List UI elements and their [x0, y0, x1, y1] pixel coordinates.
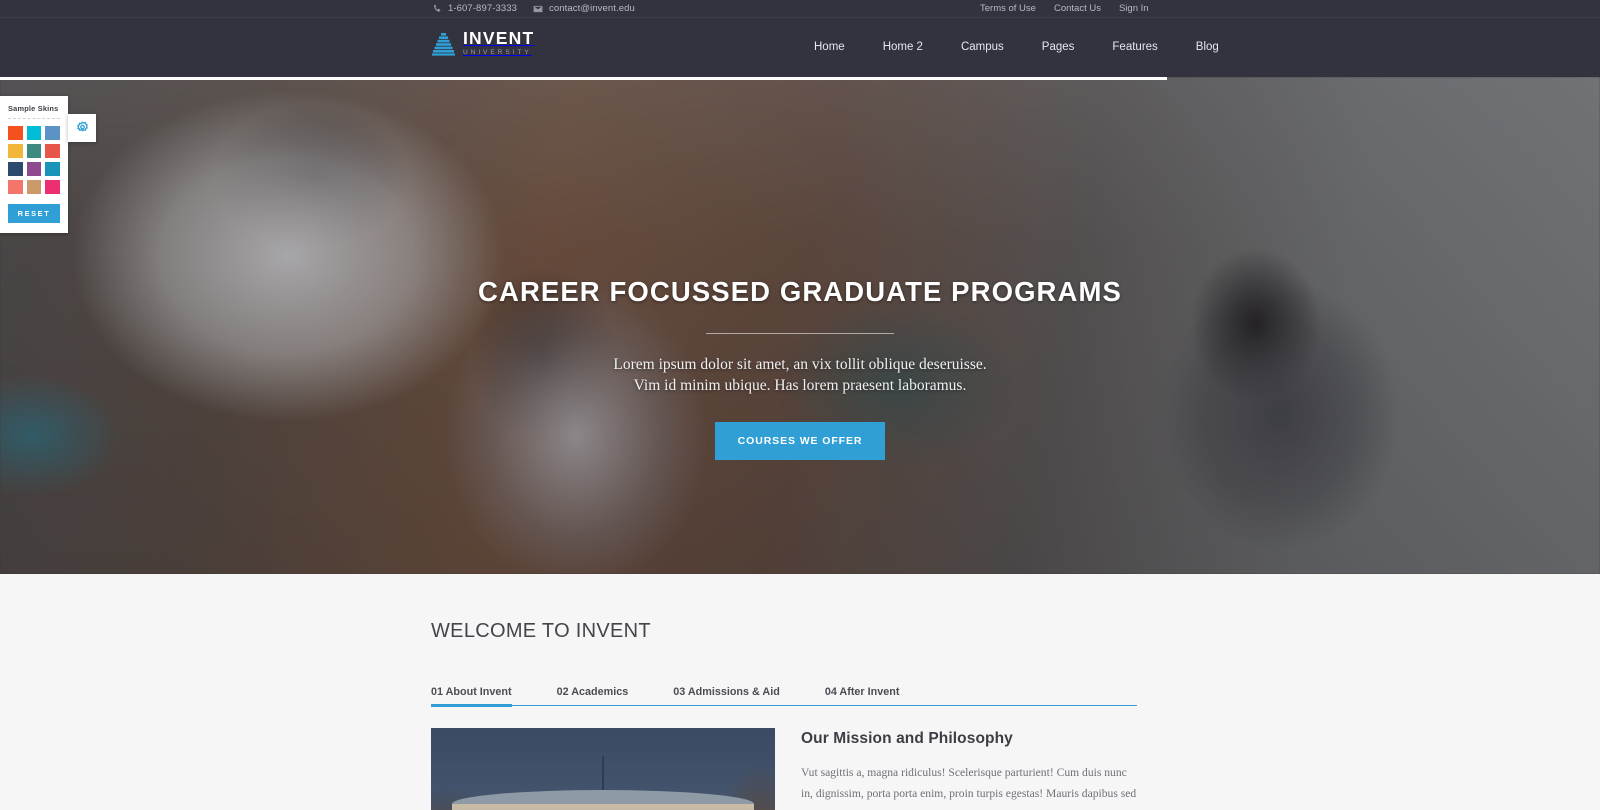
- skin-swatch-7[interactable]: [8, 162, 23, 176]
- nav-item-features[interactable]: Features: [1093, 18, 1176, 77]
- brand-subtitle: UNIVERSITY: [463, 49, 532, 56]
- nav-item-pages[interactable]: Pages: [1023, 18, 1094, 77]
- email-contact[interactable]: contact@invent.edu: [533, 3, 635, 14]
- hero-banner: CAREER FOCUSSED GRADUATE PROGRAMS Lorem …: [0, 77, 1600, 574]
- nav-item-home[interactable]: Home: [795, 18, 864, 77]
- hero-content: CAREER FOCUSSED GRADUATE PROGRAMS Lorem …: [0, 277, 1600, 460]
- tab-academics[interactable]: 02 Academics: [557, 686, 629, 705]
- panel-heading: Our Mission and Philosophy: [801, 730, 1013, 747]
- nav-item-campus[interactable]: Campus: [942, 18, 1023, 77]
- tab-about-invent[interactable]: 01 About Invent: [431, 686, 512, 707]
- skin-swatch-9[interactable]: [45, 162, 60, 176]
- skin-swatch-5[interactable]: [26, 144, 42, 158]
- top-contact-bar: 1-607-897-3333 contact@invent.edu Terms …: [0, 0, 1600, 18]
- pyramid-logo-icon: [431, 31, 456, 57]
- topbar-link-signin[interactable]: Sign In: [1119, 3, 1149, 14]
- tab-panel-about-invent: Our Mission and Philosophy Vut sagittis …: [431, 728, 1137, 810]
- welcome-tabs: 01 About Invent 02 Academics 03 Admissio…: [431, 686, 1137, 707]
- skin-switcher-panel: Sample Skins RESET: [0, 96, 68, 233]
- envelope-icon: [533, 4, 543, 14]
- hero-top-stripe: [0, 77, 1167, 80]
- reset-skin-button[interactable]: RESET: [8, 204, 60, 223]
- skin-swatch-1[interactable]: [8, 126, 23, 140]
- building-roof: [451, 790, 755, 804]
- skin-switcher: Sample Skins RESET: [0, 96, 96, 233]
- skin-swatch-12[interactable]: [45, 180, 60, 194]
- skin-swatch-2[interactable]: [26, 126, 42, 140]
- hero-subtitle-line-2: Vim id minim ubique. Has lorem praesent …: [633, 377, 967, 394]
- tab-admissions-and-aid[interactable]: 03 Admissions & Aid: [673, 686, 780, 705]
- welcome-container: WELCOME TO INVENT 01 About Invent 02 Aca…: [431, 574, 1137, 810]
- panel-paragraph: Vut sagittis a, magna ridiculus! Sceleri…: [801, 766, 1137, 810]
- brand-name: INVENT: [463, 28, 535, 48]
- hero-subtitle-line-1: Lorem ipsum dolor sit amet, an vix tolli…: [613, 356, 987, 373]
- building-spire: [602, 756, 604, 794]
- courses-we-offer-button[interactable]: COURSES WE OFFER: [714, 422, 886, 460]
- topbar-contact-group: 1-607-897-3333 contact@invent.edu: [432, 3, 635, 14]
- skin-switcher-title: Sample Skins: [8, 104, 60, 119]
- page-root: 1-607-897-3333 contact@invent.edu Terms …: [0, 0, 1600, 810]
- hero-title: CAREER FOCUSSED GRADUATE PROGRAMS: [478, 276, 1122, 307]
- main-navbar: INVENT UNIVERSITY Home Home 2 Campus Pag…: [0, 18, 1600, 77]
- phone-icon: [432, 4, 442, 14]
- primary-navigation: Home Home 2 Campus Pages Features Blog: [795, 18, 1238, 77]
- skin-swatch-grid: [8, 126, 60, 194]
- skin-swatch-4[interactable]: [8, 144, 23, 158]
- tab-after-invent[interactable]: 04 After Invent: [825, 686, 900, 705]
- topbar-link-contact[interactable]: Contact Us: [1054, 3, 1101, 14]
- nav-item-blog[interactable]: Blog: [1177, 18, 1238, 77]
- skin-switcher-toggle[interactable]: [68, 114, 96, 142]
- topbar-links-group: Terms of Use Contact Us Sign In: [980, 3, 1149, 14]
- building-facade: [451, 804, 755, 810]
- skin-swatch-3[interactable]: [45, 126, 60, 140]
- topbar-link-terms[interactable]: Terms of Use: [980, 3, 1036, 14]
- phone-number: 1-607-897-3333: [448, 3, 518, 14]
- phone-contact[interactable]: 1-607-897-3333: [432, 3, 517, 14]
- skin-swatch-11[interactable]: [26, 180, 42, 194]
- welcome-section: WELCOME TO INVENT 01 About Invent 02 Aca…: [0, 574, 1600, 810]
- nav-item-home-2[interactable]: Home 2: [864, 18, 942, 77]
- gear-icon: [74, 120, 91, 137]
- campus-building-image: [431, 728, 775, 810]
- hero-divider: [706, 333, 894, 334]
- skin-swatch-8[interactable]: [26, 162, 42, 176]
- site-logo[interactable]: INVENT UNIVERSITY: [431, 28, 535, 58]
- skin-swatch-6[interactable]: [45, 144, 60, 158]
- skin-swatch-10[interactable]: [8, 180, 23, 194]
- page-title: WELCOME TO INVENT: [431, 620, 651, 642]
- panel-text-block: Our Mission and Philosophy Vut sagittis …: [801, 728, 1137, 810]
- brand-text-block: INVENT UNIVERSITY: [463, 28, 535, 58]
- email-address: contact@invent.edu: [549, 3, 635, 14]
